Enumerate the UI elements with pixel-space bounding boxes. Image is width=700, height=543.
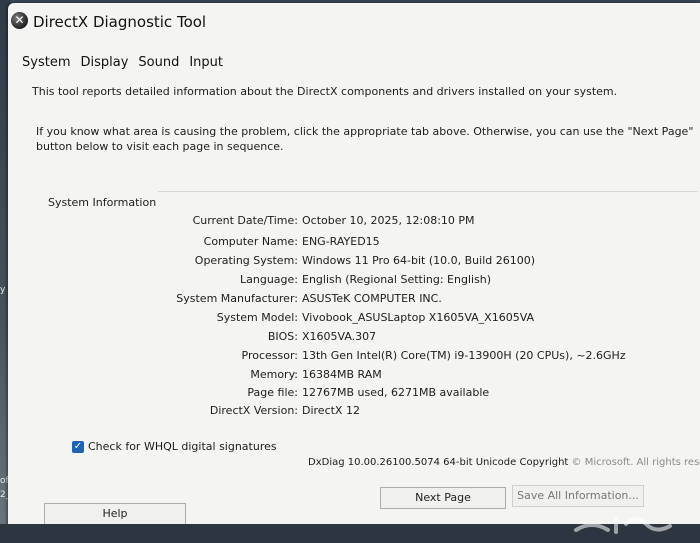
info-row: BIOS: X1605VA.307 [8,330,376,346]
info-row: Language: English (Regional Setting: Eng… [8,273,491,289]
info-label: DirectX Version: [209,404,298,417]
copyright-text: © Microsoft. All rights reserved. [571,457,700,468]
info-row: DirectX Version: DirectX 12 [8,404,360,420]
info-value: ENG-RAYED15 [302,235,380,248]
watermark-logo-icon [574,516,672,534]
info-label: Memory: [250,368,298,381]
version-info: DxDiag 10.00.26100.5074 64-bit Unicode C… [308,457,700,468]
window-title: DirectX Diagnostic Tool [33,13,207,31]
whql-label: Check for WHQL digital signatures [88,440,277,453]
info-value: X1605VA.307 [302,330,377,343]
group-divider [158,191,698,192]
background-text-fragment: y [0,285,6,295]
info-row: Computer Name: ENG-RAYED15 [8,235,380,251]
whql-checkbox[interactable]: ✓ [72,440,84,453]
info-value: DirectX 12 [302,404,360,417]
info-label: Language: [240,273,298,286]
info-row: System Model: Vivobook_ASUSLaptop X1605V… [8,311,534,327]
info-label: Current Date/Time: [192,214,298,227]
title-bar[interactable]: ✕ DirectX Diagnostic Tool [8,3,700,41]
instructions-text: If you know what area is causing the pro… [36,125,694,153]
info-value: 16384MB RAM [302,368,382,381]
tab-system[interactable]: System [22,55,70,70]
info-value: Windows 11 Pro 64-bit (10.0, Build 26100… [302,254,536,267]
tab-display[interactable]: Display [80,55,128,70]
info-value: October 10, 2025, 12:08:10 PM [302,214,475,227]
dxdiag-window: ✕ DirectX Diagnostic Tool System Display… [8,3,700,543]
dxdiag-version: DxDiag 10.00.26100.5074 64-bit Unicode C… [308,457,569,468]
info-label: Processor: [241,349,299,362]
info-label: System Manufacturer: [176,292,298,305]
system-information-group-label: System Information [48,196,157,209]
info-row: System Manufacturer: ASUSTeK COMPUTER IN… [8,292,442,308]
info-value: 13th Gen Intel(R) Core(TM) i9-13900H (20… [302,349,626,362]
tab-sound[interactable]: Sound [138,55,179,70]
info-label: System Model: [216,311,298,324]
save-all-information-button[interactable]: Save All Information... [512,485,644,507]
tab-bar: System Display Sound Input [22,55,223,70]
info-value: Vivobook_ASUSLaptop X1605VA_X1605VA [302,311,535,324]
whql-checkbox-row[interactable]: ✓ Check for WHQL digital signatures [72,440,277,453]
info-row: Processor: 13th Gen Intel(R) Core(TM) i9… [8,349,626,365]
info-value: English (Regional Setting: English) [302,273,492,286]
info-row: Memory: 16384MB RAM [8,368,381,384]
help-button[interactable]: Help [44,503,186,525]
info-row: Page file: 12767MB used, 6271MB availabl… [8,386,489,402]
info-label: Operating System: [194,254,298,267]
directx-icon: ✕ [11,12,28,29]
next-page-button[interactable]: Next Page [380,487,506,509]
info-value: ASUSTeK COMPUTER INC. [302,292,442,305]
info-label: Computer Name: [203,235,298,248]
info-row: Current Date/Time: October 10, 2025, 12:… [8,214,475,230]
info-value: 12767MB used, 6271MB available [302,386,490,399]
info-row: Operating System: Windows 11 Pro 64-bit … [8,254,535,270]
info-label: Page file: [247,386,298,399]
tab-input[interactable]: Input [189,55,223,70]
info-label: BIOS: [267,330,298,343]
intro-text: This tool reports detailed information a… [32,85,618,98]
